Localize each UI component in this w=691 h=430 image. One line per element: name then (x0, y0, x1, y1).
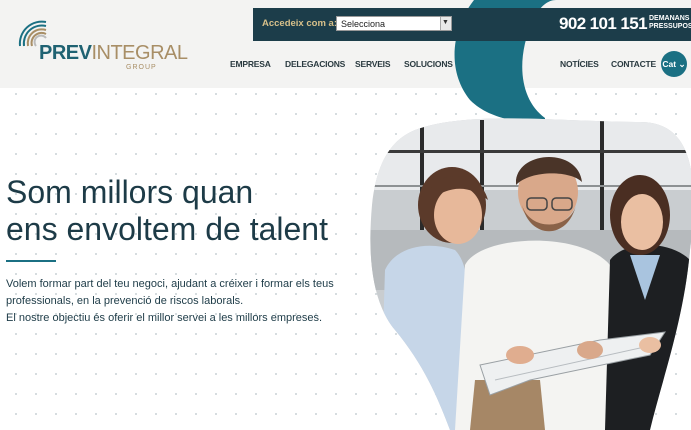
hero-intro: Volem formar part del teu negoci, ajudan… (6, 276, 334, 327)
hero-title: Som millors quan ens envoltem de talent (6, 174, 328, 248)
hero-intro-line2: professionals, en la prevenció de riscos… (6, 295, 244, 307)
hero-title-line2: ens envoltem de talent (6, 211, 328, 247)
hero-intro-line1: Volem formar part del teu negoci, ajudan… (6, 278, 334, 290)
title-divider (6, 260, 56, 262)
hero-title-line1: Som millors quan (6, 174, 254, 210)
page: Accedeix com a: Selecciona ▼ 902 101 151… (0, 0, 691, 430)
hero-intro-line3: El nostre objectiu és oferir el millor s… (6, 312, 323, 324)
